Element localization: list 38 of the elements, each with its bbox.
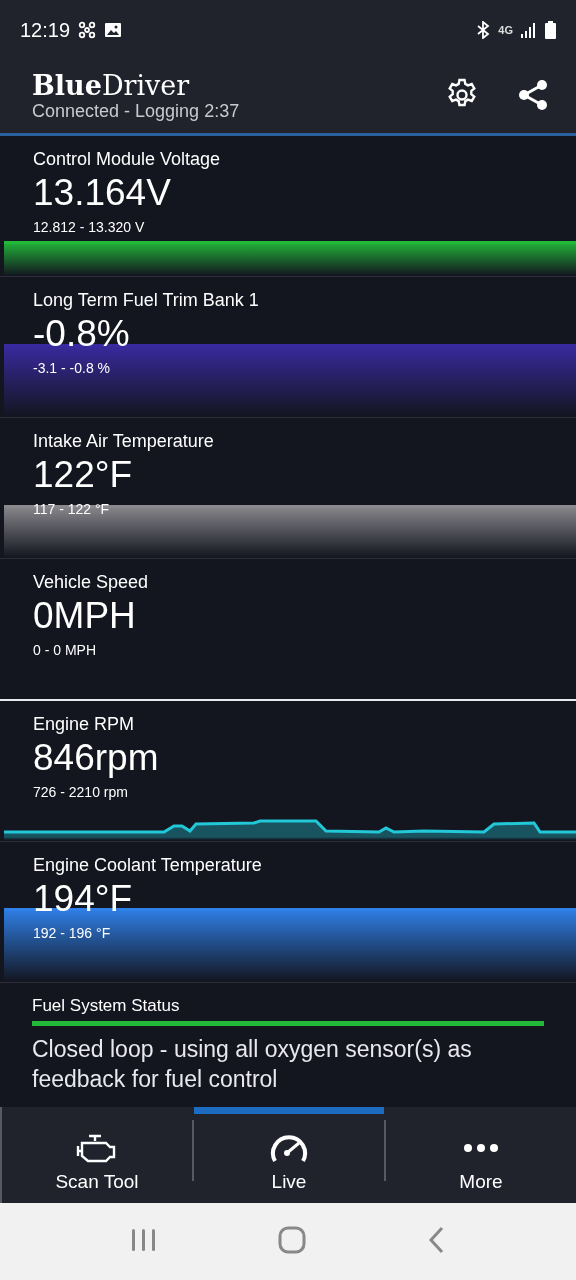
sensor-name: Control Module Voltage bbox=[33, 148, 221, 170]
nav-tab[interactable]: More bbox=[386, 1107, 576, 1203]
signal-icon bbox=[521, 22, 537, 38]
sensor-name: Engine Coolant Temperature bbox=[33, 854, 262, 876]
share-icon bbox=[518, 79, 548, 111]
sensor-range: 117 - 122 °F bbox=[33, 500, 110, 519]
more-icon bbox=[464, 1144, 498, 1152]
sensor-range: 0 - 0 MPH bbox=[33, 641, 96, 660]
image-icon bbox=[104, 22, 123, 38]
sensor-range: 12.812 - 13.320 V bbox=[33, 218, 145, 237]
nav-tab[interactable]: Scan Tool bbox=[2, 1107, 192, 1203]
connection-status: Connected - Logging 2:37 bbox=[32, 101, 241, 122]
battery-icon bbox=[545, 21, 556, 39]
fan-icon bbox=[78, 21, 97, 39]
network-type: 4G bbox=[498, 24, 513, 36]
sensor-value: 846rpm bbox=[33, 736, 159, 780]
sensor-value: 0MPH bbox=[33, 594, 136, 638]
sensor-range: -3.1 - -0.8 % bbox=[33, 359, 111, 378]
home-button[interactable] bbox=[278, 1226, 306, 1257]
sensor-value: -0.8% bbox=[33, 312, 130, 356]
back-icon bbox=[427, 1226, 446, 1254]
status-text: Closed loop - using all oxygen sensor(s) as feedback for fuel control bbox=[32, 1035, 473, 1094]
engine-icon bbox=[76, 1133, 118, 1163]
bluetooth-icon bbox=[476, 21, 491, 39]
status-title: Fuel System Status bbox=[32, 995, 180, 1017]
sensor-name: Long Term Fuel Trim Bank 1 bbox=[33, 289, 259, 311]
sensor-range: 726 - 2210 rpm bbox=[33, 783, 128, 802]
sensor-name: Engine RPM bbox=[33, 713, 135, 735]
sensor-range: 192 - 196 °F bbox=[33, 924, 111, 943]
sensor-value: 13.164V bbox=[33, 171, 171, 215]
gauge-icon bbox=[269, 1133, 309, 1163]
sensor-name: Vehicle Speed bbox=[33, 571, 149, 593]
app-logo: BlueDriver bbox=[32, 71, 191, 101]
sensor-value: 122°F bbox=[33, 453, 133, 497]
recent-apps-icon bbox=[130, 1228, 157, 1252]
clock: 12:19 bbox=[20, 18, 71, 42]
home-icon bbox=[278, 1226, 306, 1254]
sensor-name: Intake Air Temperature bbox=[33, 430, 214, 452]
